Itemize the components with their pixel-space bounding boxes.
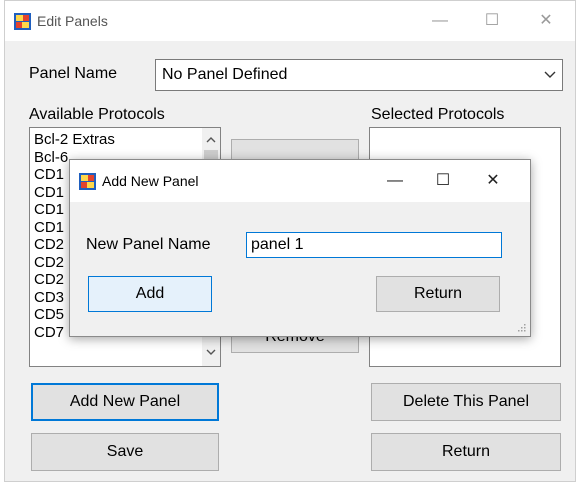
title-bar[interactable]: Edit Panels — ☐ ✕ — [5, 1, 575, 41]
minimize-button[interactable]: — — [417, 1, 463, 41]
protocol-list-item[interactable]: Bcl-2 Extras — [30, 131, 200, 149]
window-title: Edit Panels — [37, 13, 108, 29]
selected-protocols-label: Selected Protocols — [371, 106, 505, 123]
scroll-up-icon[interactable] — [206, 136, 216, 143]
dialog-title-bar[interactable]: Add New Panel — ☐ ✕ — [70, 160, 530, 202]
dialog-return-button[interactable]: Return — [376, 276, 500, 312]
add-new-panel-button[interactable]: Add New Panel — [31, 383, 219, 421]
save-button[interactable]: Save — [31, 433, 219, 471]
edit-panels-window: Edit Panels — ☐ ✕ Panel Name No Panel De… — [4, 0, 576, 482]
new-panel-name-value: panel 1 — [251, 236, 304, 253]
dialog-title: Add New Panel — [102, 173, 199, 189]
panel-name-value: No Panel Defined — [162, 66, 288, 83]
add-new-panel-dialog: Add New Panel — ☐ ✕ New Panel Name panel… — [69, 159, 531, 337]
return-button[interactable]: Return — [371, 433, 561, 471]
chevron-down-icon — [544, 71, 556, 78]
dialog-maximize-button[interactable]: ☐ — [420, 160, 466, 202]
dialog-add-button[interactable]: Add — [88, 276, 212, 312]
available-protocols-label: Available Protocols — [29, 106, 165, 123]
panel-name-combobox[interactable]: No Panel Defined — [155, 59, 563, 91]
maximize-button[interactable]: ☐ — [469, 1, 515, 41]
delete-panel-button[interactable]: Delete This Panel — [371, 383, 561, 421]
resize-grip-icon[interactable] — [516, 322, 526, 332]
panel-name-label: Panel Name — [29, 65, 118, 82]
close-button[interactable]: ✕ — [523, 1, 569, 41]
new-panel-name-label: New Panel Name — [86, 236, 211, 253]
dialog-app-icon — [79, 173, 96, 190]
new-panel-name-input[interactable]: panel 1 — [246, 232, 502, 258]
app-icon — [14, 13, 31, 30]
scroll-down-icon[interactable] — [206, 349, 216, 356]
dialog-minimize-button[interactable]: — — [372, 160, 418, 202]
dialog-close-button[interactable]: ✕ — [470, 160, 516, 202]
